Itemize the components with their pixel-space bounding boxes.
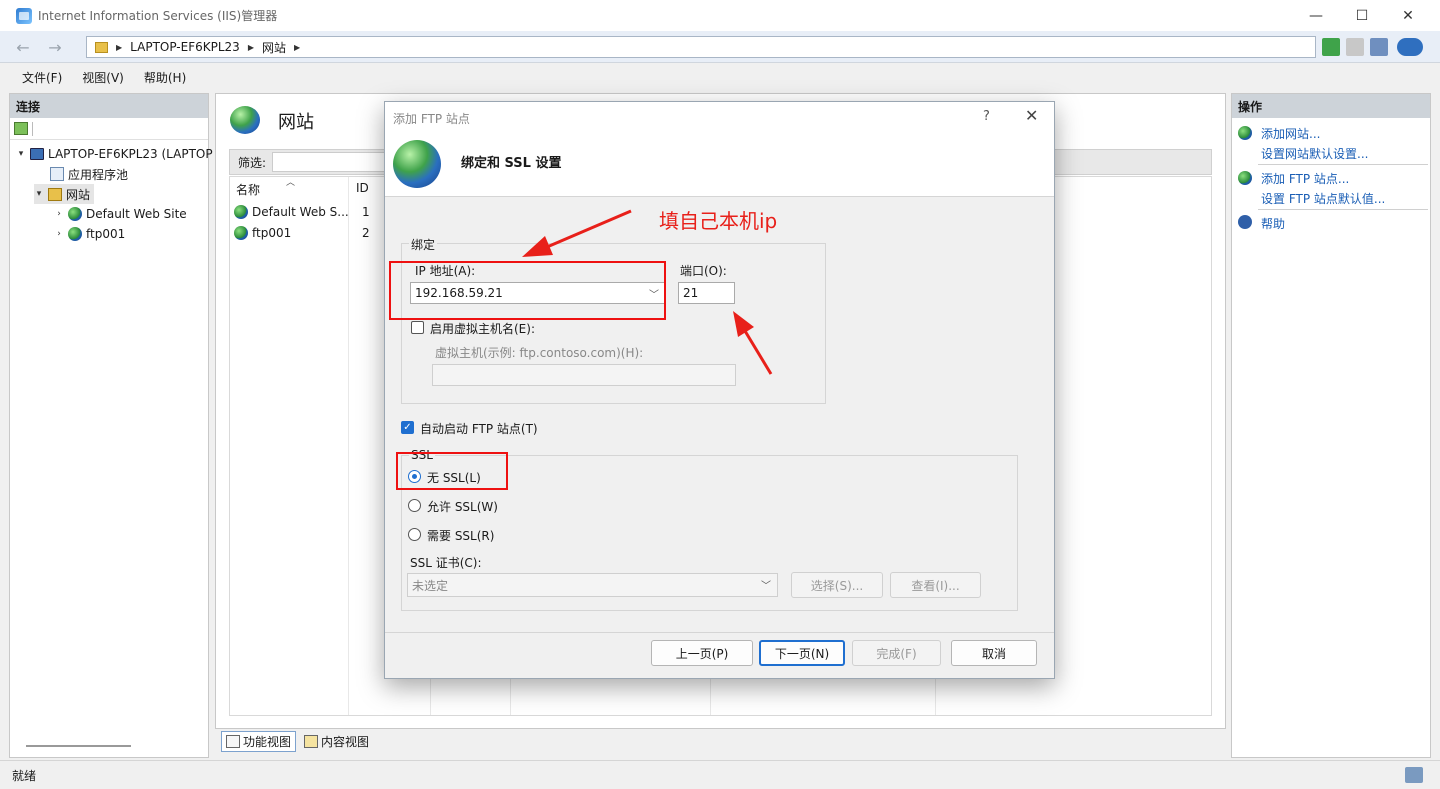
iis-manager-window: Internet Information Services (IIS)管理器 —… [0,0,1440,789]
annotation-arrowhead-ip [522,236,553,257]
annotation-arrowhead-port [733,311,754,337]
annotation-arrow-to-port [740,325,773,375]
annotation-arrow-to-ip [539,209,632,252]
annotation-arrows [522,209,773,375]
